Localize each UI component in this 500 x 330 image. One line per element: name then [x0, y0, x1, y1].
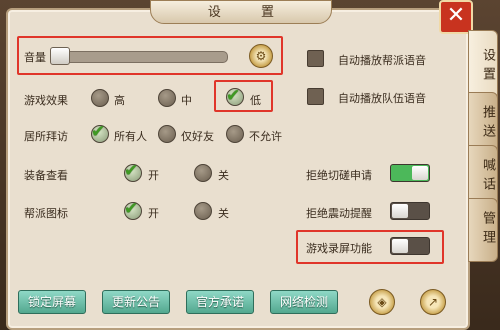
refuse-duel-toggle[interactable] — [390, 164, 430, 182]
toggle-knob — [392, 204, 408, 218]
game-effect-low-label: 低 — [250, 94, 261, 107]
volume-label: 音量 — [24, 51, 46, 64]
check-icon: ✔ — [226, 86, 241, 106]
update-notice-button[interactable]: 更新公告 — [102, 290, 170, 314]
toggle-knob — [412, 166, 428, 180]
tab-manage[interactable]: 管理 — [468, 198, 498, 262]
window-title: 设 置 — [207, 5, 293, 20]
refuse-vibration-label: 拒绝震动提醒 — [306, 207, 372, 220]
treasure-icon[interactable]: ◈ — [369, 289, 395, 315]
guild-icon-label: 帮派图标 — [24, 207, 68, 220]
share-icon[interactable]: ↗ — [420, 289, 446, 315]
network-check-button[interactable]: 网络检测 — [270, 290, 338, 314]
lock-screen-button[interactable]: 锁定屏幕 — [18, 290, 86, 314]
toggle-knob — [392, 239, 408, 253]
refuse-duel-label: 拒绝切磋申请 — [306, 169, 372, 182]
auto-team-voice-checkbox[interactable] — [307, 88, 324, 105]
home-visit-all-label: 所有人 — [114, 130, 147, 143]
guild-icon-off-radio[interactable] — [194, 202, 212, 220]
home-visit-none-radio[interactable] — [226, 125, 244, 143]
game-effect-medium-radio[interactable] — [158, 89, 176, 107]
close-icon: ✕ — [446, 3, 466, 28]
auto-team-voice-label: 自动播放队伍语音 — [338, 92, 426, 105]
volume-slider-track[interactable] — [50, 51, 228, 63]
screen-record-toggle[interactable] — [390, 237, 430, 255]
equipment-view-off-radio[interactable] — [194, 164, 212, 182]
game-effect-medium-label: 中 — [181, 94, 192, 107]
gear-icon[interactable]: ⚙ — [249, 44, 273, 68]
close-button[interactable]: ✕ — [439, 0, 473, 34]
auto-guild-voice-label: 自动播放帮派语音 — [338, 54, 426, 67]
home-visit-label: 居所拜访 — [24, 130, 68, 143]
equipment-view-off-label: 关 — [218, 169, 229, 182]
equipment-view-on-label: 开 — [148, 169, 159, 182]
check-icon: ✔ — [124, 199, 139, 219]
refuse-vibration-toggle[interactable] — [390, 202, 430, 220]
home-visit-none-label: 不允许 — [249, 130, 282, 143]
volume-slider-thumb[interactable] — [50, 47, 70, 65]
game-effect-high-radio[interactable] — [91, 89, 109, 107]
screen-record-label: 游戏录屏功能 — [306, 242, 372, 255]
home-visit-friends-radio[interactable] — [158, 125, 176, 143]
equipment-view-label: 装备查看 — [24, 169, 68, 182]
home-visit-friends-label: 仅好友 — [181, 130, 214, 143]
guild-icon-on-label: 开 — [148, 207, 159, 220]
check-icon: ✔ — [124, 161, 139, 181]
guild-icon-off-label: 关 — [218, 207, 229, 220]
game-effect-high-label: 高 — [114, 94, 125, 107]
auto-guild-voice-checkbox[interactable] — [307, 50, 324, 67]
game-effect-label: 游戏效果 — [24, 94, 68, 107]
window-title-plate: 设 置 — [150, 0, 332, 24]
check-icon: ✔ — [91, 122, 106, 142]
official-promise-button[interactable]: 官方承诺 — [186, 290, 254, 314]
